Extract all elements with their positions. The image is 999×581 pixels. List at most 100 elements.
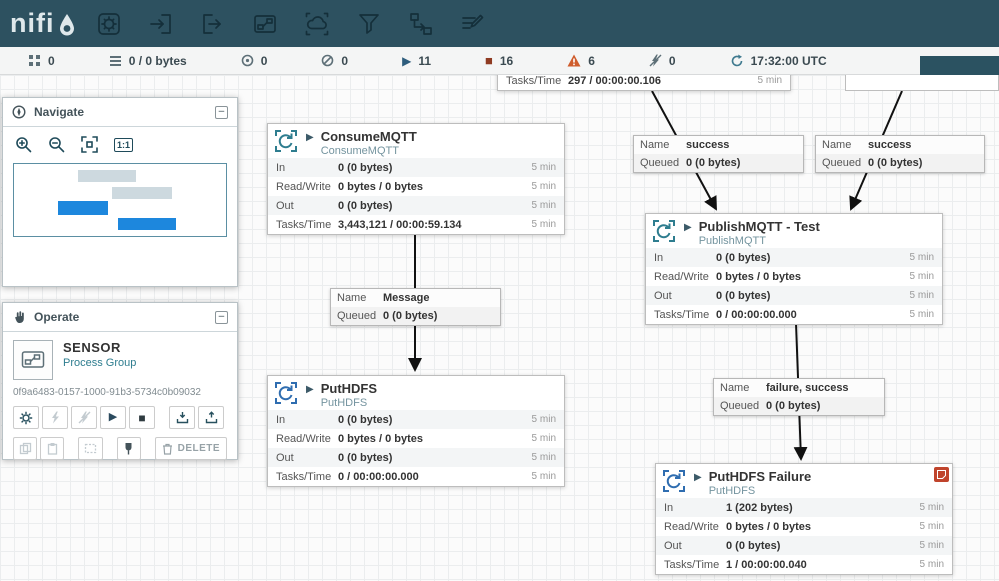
processor-name: ConsumeMQTT (321, 129, 417, 144)
upload-template-button[interactable] (198, 406, 224, 429)
fill-color-button[interactable] (117, 437, 141, 460)
connection-label-message[interactable]: NameMessage Queued0 (0 bytes) (330, 288, 501, 326)
process-group-icon (13, 340, 53, 380)
selected-component-type: Process Group (63, 357, 136, 369)
invalid-warning-icon (567, 54, 581, 67)
nifi-logo-drop-icon (59, 14, 75, 36)
operate-panel-title: Operate (34, 310, 79, 324)
group-icon (84, 442, 97, 455)
processor-type-icon (652, 219, 676, 243)
processor-type-label: PublishMQTT (699, 235, 820, 247)
navigate-tools: 1:1 (3, 127, 237, 157)
stat-row-readwrite: Read/Write0 bytes / 0 bytes5 min (268, 429, 564, 448)
status-bar: 0 0 / 0 bytes 0 0 ▶ 11 ■ 16 6 0 17:32:00… (0, 47, 999, 75)
stat-row-readwrite: Read/Write0 bytes / 0 bytes5 min (656, 517, 952, 536)
stat-row-out: Out0 (0 bytes)5 min (268, 448, 564, 467)
label-icon[interactable] (453, 4, 493, 44)
copy-button[interactable] (13, 437, 37, 460)
enable-button[interactable] (42, 406, 68, 429)
delete-button[interactable]: DELETE (155, 437, 227, 460)
running-status: ▶ 11 (402, 54, 431, 68)
connection-label-success-1[interactable]: Namesuccess Queued0 (0 bytes) (633, 135, 804, 173)
nifi-logo: nifi (10, 10, 75, 37)
stat-row-out: Out0 (0 bytes)5 min (646, 286, 942, 305)
birdseye-minimap[interactable] (13, 163, 227, 237)
processor-header: ▶ ConsumeMQTT ConsumeMQTT (268, 124, 564, 158)
not-transmitting-status: 0 (321, 54, 348, 68)
create-template-button[interactable] (169, 406, 195, 429)
funnel-icon[interactable] (349, 4, 389, 44)
zoom-in-icon[interactable] (15, 136, 32, 153)
processor-header: ▶ PutHDFS Failure PutHDFS (656, 464, 952, 498)
stat-row-in: In0 (0 bytes)5 min (646, 248, 942, 267)
processor-type-icon (274, 129, 298, 153)
processor-consumemqtt[interactable]: ▶ ConsumeMQTT ConsumeMQTT In0 (0 bytes)5… (267, 123, 565, 235)
stat-row-out: Out0 (0 bytes)5 min (268, 196, 564, 215)
start-button[interactable]: ▶ (100, 406, 126, 429)
output-port-icon[interactable] (193, 4, 233, 44)
minimap-component-rect (118, 218, 176, 230)
stat-row-tasks: Tasks/Time0 / 00:00:00.0005 min (646, 305, 942, 324)
processor-icon[interactable] (89, 4, 129, 44)
disabled-status: 0 (649, 54, 676, 68)
partial-overlay-fragment (920, 56, 999, 75)
input-port-icon[interactable] (141, 4, 181, 44)
running-state-icon: ▶ (306, 385, 314, 395)
collapse-operate-icon[interactable]: − (215, 311, 228, 324)
invalid-count: 6 (588, 54, 595, 68)
active-threads-count: 0 (48, 54, 55, 68)
running-state-icon: ▶ (694, 473, 702, 483)
navigate-panel: Navigate − 1:1 (2, 97, 238, 287)
operate-buttons-row-2: DELETE (13, 437, 227, 460)
running-icon: ▶ (402, 55, 411, 67)
partial-processor[interactable]: Tasks/Time 297 / 00:00:00.106 5 min (497, 75, 791, 91)
hand-icon (12, 310, 26, 324)
disable-button[interactable] (71, 406, 97, 429)
active-threads-status: 0 (28, 54, 55, 68)
configure-button[interactable] (13, 406, 39, 429)
processor-header: ▶ PutHDFS PutHDFS (268, 376, 564, 410)
processor-puthdfs[interactable]: ▶ PutHDFS PutHDFS In0 (0 bytes)5 min Rea… (267, 375, 565, 487)
collapse-navigate-icon[interactable]: − (215, 106, 228, 119)
stopped-status: ■ 16 (485, 54, 513, 68)
stat-row-tasks: Tasks/Time1 / 00:00:00.0405 min (656, 555, 952, 574)
zoom-fit-icon[interactable] (81, 136, 98, 153)
zoom-out-icon[interactable] (48, 136, 65, 153)
copy-icon (19, 442, 32, 455)
refresh-status: 17:32:00 UTC (730, 54, 827, 68)
bulletin-indicator[interactable] (934, 467, 949, 482)
connection-label-failure-success[interactable]: Namefailure, success Queued0 (0 bytes) (713, 378, 885, 416)
operate-panel: Operate − SENSOR Process Group 0f9a6483-… (2, 302, 238, 460)
group-button[interactable] (78, 437, 102, 460)
selected-component-name: SENSOR (63, 340, 136, 355)
actual-size-icon[interactable]: 1:1 (114, 138, 133, 152)
refresh-icon[interactable] (730, 54, 744, 68)
stat-row-readwrite: Read/Write0 bytes / 0 bytes5 min (646, 267, 942, 286)
header-toolbar: nifi (0, 0, 999, 47)
lightning-slash-icon (78, 411, 91, 424)
remote-process-group-icon[interactable] (297, 4, 337, 44)
navigate-panel-header: Navigate − (3, 98, 237, 127)
paste-button[interactable] (40, 437, 64, 460)
process-group-icon[interactable] (245, 4, 285, 44)
partial-processor-fragment (845, 75, 999, 91)
minimap-component-rect (58, 201, 108, 215)
transmitting-icon (241, 54, 254, 67)
running-count: 11 (418, 54, 431, 68)
queued-status: 0 / 0 bytes (109, 54, 187, 68)
running-state-icon: ▶ (306, 133, 314, 143)
processor-puthdfs-failure[interactable]: ▶ PutHDFS Failure PutHDFS In1 (202 bytes… (655, 463, 953, 575)
component-toolbar (89, 4, 493, 44)
compass-icon (12, 105, 26, 119)
bulletin-note-icon (937, 470, 946, 479)
minimap-component-rect (112, 187, 172, 199)
stop-button[interactable]: ■ (129, 406, 155, 429)
processor-type-label: PutHDFS (321, 397, 377, 409)
processor-name: PublishMQTT - Test (699, 219, 820, 234)
processor-publishmqtt-test[interactable]: ▶ PublishMQTT - Test PublishMQTT In0 (0 … (645, 213, 943, 325)
flow-canvas[interactable]: Tasks/Time 297 / 00:00:00.106 5 min Name… (0, 75, 999, 581)
template-icon[interactable] (401, 4, 441, 44)
connection-label-success-2[interactable]: Namesuccess Queued0 (0 bytes) (815, 135, 985, 173)
processor-header: ▶ PublishMQTT - Test PublishMQTT (646, 214, 942, 248)
stat-row-tasks: Tasks/Time0 / 00:00:00.0005 min (268, 467, 564, 486)
